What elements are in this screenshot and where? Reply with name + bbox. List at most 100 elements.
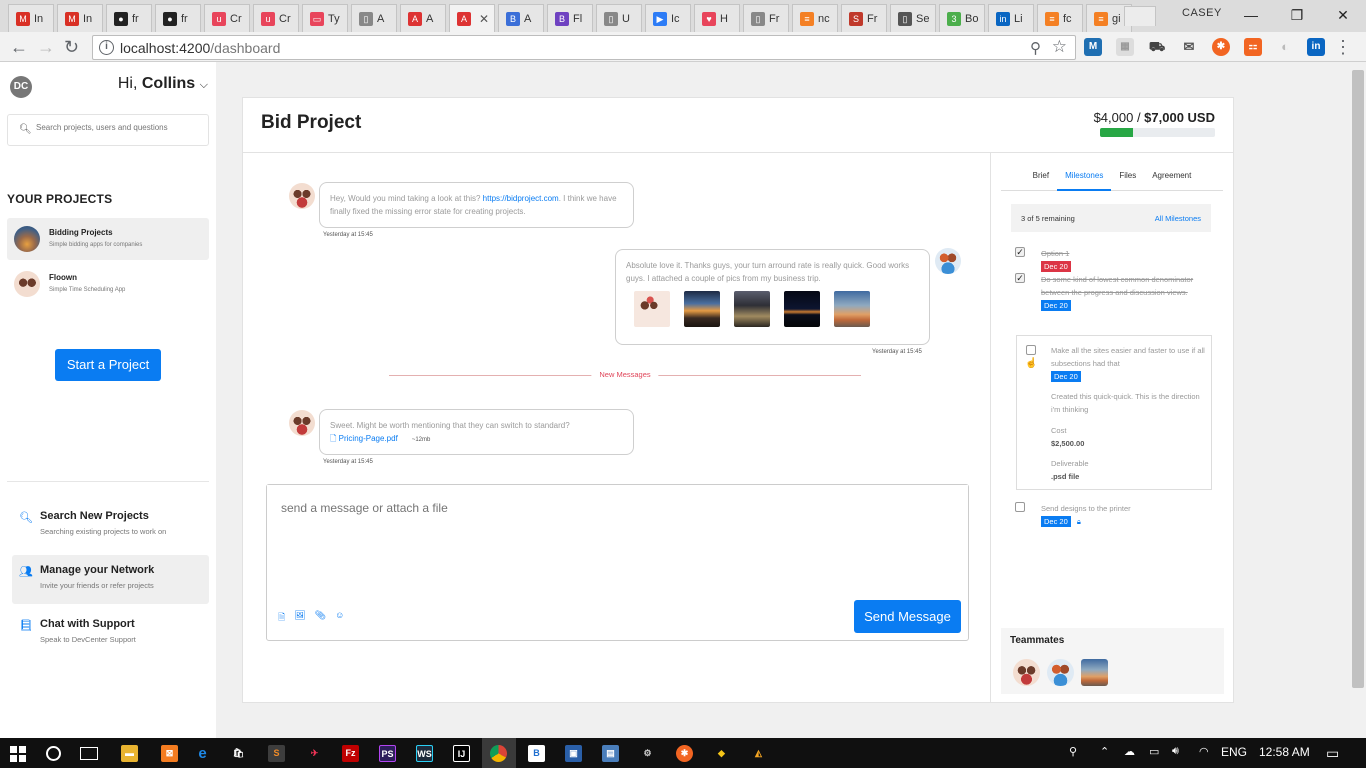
tab-files[interactable]: Files (1111, 163, 1144, 191)
app-b-icon[interactable]: B (528, 745, 545, 762)
url-text[interactable]: localhost:4200/dashboard (120, 40, 280, 56)
attachment-image[interactable] (734, 291, 770, 327)
chevron-down-icon[interactable]: ⌵ (200, 79, 208, 91)
browser-tab[interactable]: u Cr (204, 4, 250, 32)
extension-linkedin-icon[interactable]: in (1307, 38, 1325, 56)
browser-tab[interactable]: B Fl (547, 4, 593, 32)
browser-tab[interactable]: in Li (988, 4, 1034, 32)
milestone-checkbox[interactable] (1015, 502, 1025, 512)
tab-close-icon[interactable]: ✕ (479, 12, 489, 26)
store-icon[interactable]: 🛍︎ (230, 745, 247, 762)
extension-grid-icon[interactable]: ▦ (1116, 38, 1134, 56)
browser-tab[interactable]: ● fr (155, 4, 201, 32)
paperclip-icon[interactable]: 📎︎ (315, 610, 326, 626)
extension-m-icon[interactable]: M (1084, 38, 1102, 56)
browser-tab[interactable]: M In (57, 4, 103, 32)
attachment-image[interactable] (784, 291, 820, 327)
app-fish-icon[interactable]: ◭ (750, 745, 767, 762)
attach-image-icon[interactable]: 🖼︎ (294, 610, 305, 626)
wifi-icon[interactable]: ◠ (1199, 745, 1209, 758)
avatar[interactable] (1047, 659, 1074, 686)
app-icon[interactable]: ✈ (306, 745, 323, 762)
action-chat-support[interactable]: 📘︎ Chat with Support Speak to DevCenter … (12, 609, 209, 658)
avatar[interactable] (1013, 659, 1040, 686)
back-icon[interactable]: ← (10, 37, 28, 57)
drag-handle-icon[interactable]: ☝ (1025, 358, 1037, 369)
browser-tab[interactable]: ≡ nc (792, 4, 838, 32)
extension-disabled-icon[interactable]: ◐ (1276, 38, 1294, 56)
browser-tab[interactable]: ● fr (106, 4, 152, 32)
browser-tab[interactable]: ♥ H (694, 4, 740, 32)
show-hidden-icons[interactable]: ⌃ (1100, 745, 1109, 758)
address-bar[interactable]: i localhost:4200/dashboard ⚲ ☆ (92, 35, 1076, 60)
milestone-checkbox[interactable]: ✓ (1015, 273, 1025, 283)
browser-tab[interactable]: 3 Bo (939, 4, 985, 32)
extension-car-icon[interactable]: ⛟ (1148, 38, 1166, 56)
clock[interactable]: 12:58 AM (1259, 745, 1310, 759)
browser-tab[interactable]: ▯ U (596, 4, 642, 32)
onedrive-icon[interactable]: ☁ (1124, 745, 1135, 758)
avatar[interactable] (935, 248, 961, 274)
milestone-checkbox[interactable] (1026, 345, 1036, 355)
attachment-file-link[interactable]: Pricing-Page.pdf (339, 434, 398, 443)
info-icon[interactable]: i (99, 40, 114, 55)
avatar[interactable] (289, 410, 315, 436)
browser-tab[interactable]: ▯ A (351, 4, 397, 32)
app-gear-icon[interactable]: ⚙ (639, 745, 656, 762)
project-item-floown[interactable]: Floown Simple Time Scheduling App (7, 263, 209, 305)
edge-icon[interactable]: e (194, 745, 211, 762)
browser-tab[interactable]: u Cr (253, 4, 299, 32)
forward-icon[interactable]: → (37, 37, 55, 57)
app-logo[interactable]: DC (10, 76, 32, 98)
battery-icon[interactable]: ▭ (1149, 745, 1159, 758)
extension-postman-icon[interactable]: ✱ (1212, 38, 1230, 56)
attachment-image[interactable] (834, 291, 870, 327)
search-input[interactable] (36, 123, 206, 132)
attachment-image[interactable] (684, 291, 720, 327)
minimize-icon[interactable]: — (1228, 0, 1274, 30)
browser-tab[interactable]: BA (498, 4, 544, 32)
page-scrollbar[interactable] (1350, 62, 1366, 738)
extension-off-icon[interactable]: ⚏ (1244, 38, 1262, 56)
all-milestones-link[interactable]: All Milestones (1155, 214, 1201, 223)
profile-name[interactable]: CASEY (1182, 7, 1222, 19)
avatar[interactable] (289, 183, 315, 209)
close-icon[interactable]: ✕ (1320, 0, 1366, 30)
language-indicator[interactable]: ENG (1221, 745, 1247, 759)
file-explorer-icon[interactable]: ▬ (121, 745, 138, 762)
bookmark-star-icon[interactable]: ☆ (1052, 37, 1067, 57)
sublime-icon[interactable]: S (268, 745, 285, 762)
send-message-button[interactable]: Send Message (854, 600, 961, 633)
app-remote-icon[interactable]: ▤ (602, 745, 619, 762)
xampp-icon[interactable]: ⊠ (161, 745, 178, 762)
browser-tab[interactable]: AA (400, 4, 446, 32)
zoom-icon[interactable]: ⚲ (1030, 39, 1041, 57)
user-greeting[interactable]: Hi, Collins ⌵ (118, 75, 208, 93)
cortana-icon[interactable] (46, 746, 61, 761)
project-item-bidding[interactable]: Bidding Projects Simple bidding apps for… (7, 218, 209, 260)
action-manage-network[interactable]: 👥︎ Manage your Network Invite your frien… (12, 555, 209, 604)
browser-menu-icon[interactable]: ⋮ (1334, 37, 1352, 58)
browser-tab[interactable]: ≡ fc (1037, 4, 1083, 32)
browser-tab[interactable]: ▭ Ty (302, 4, 348, 32)
action-search-new-projects[interactable]: 🔍︎ Search New Projects Searching existin… (12, 501, 209, 550)
milestone-checkbox[interactable]: ✓ (1015, 247, 1025, 257)
chrome-icon[interactable] (490, 745, 507, 762)
browser-tab[interactable]: M In (8, 4, 54, 32)
emoji-icon[interactable]: ☺ (335, 610, 344, 626)
attachment-image[interactable] (634, 291, 670, 327)
tab-brief[interactable]: Brief (1025, 163, 1057, 191)
notifications-icon[interactable]: ▭ (1326, 745, 1339, 762)
volume-icon[interactable]: 🔊︎ (1172, 745, 1179, 758)
start-project-button[interactable]: Start a Project (55, 349, 161, 381)
app-window-icon[interactable]: ▣ (565, 745, 582, 762)
postman-icon[interactable]: ✱ (676, 745, 693, 762)
tab-agreement[interactable]: Agreement (1144, 163, 1199, 191)
restore-icon[interactable]: ❐ (1274, 0, 1320, 30)
people-icon[interactable]: ⚲ (1069, 745, 1077, 758)
attach-file-icon[interactable]: 🗎︎ (278, 610, 285, 626)
windows-start-icon[interactable] (10, 746, 26, 762)
gitkraken-icon[interactable]: ◆ (713, 745, 730, 762)
message-input[interactable] (267, 485, 968, 593)
extension-mail-icon[interactable]: ✉ (1180, 38, 1198, 56)
